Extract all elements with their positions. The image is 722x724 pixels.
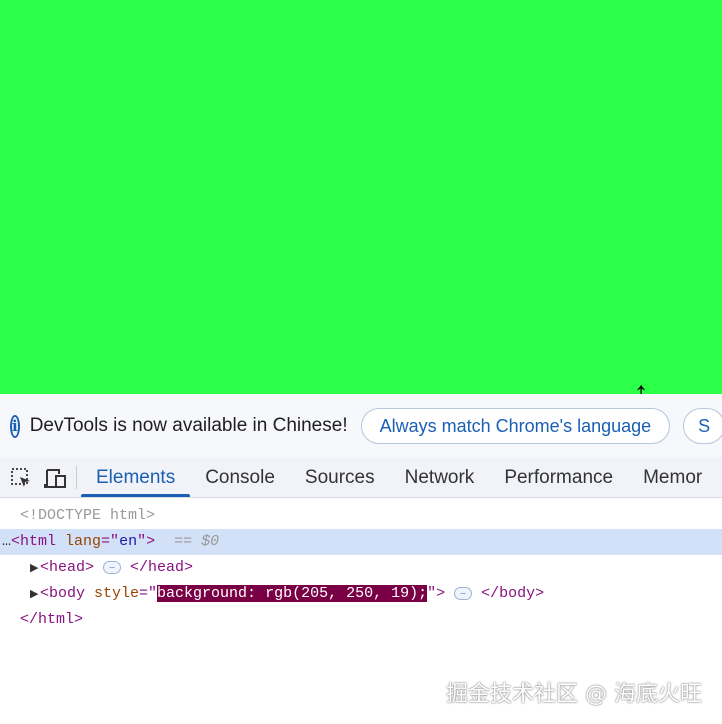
row-menu-icon[interactable]: … xyxy=(2,533,11,550)
collapsed-ellipsis-button[interactable]: … xyxy=(454,586,473,600)
switch-language-button[interactable]: S xyxy=(683,408,722,444)
device-toolbar-icon[interactable] xyxy=(38,458,72,497)
doctype-node[interactable]: <!DOCTYPE html> xyxy=(0,503,722,529)
tag-close: "> xyxy=(427,585,446,602)
page-viewport xyxy=(0,0,722,394)
head-node[interactable]: ▶ <head> … </head> xyxy=(0,555,722,581)
tab-memory[interactable]: Memor xyxy=(628,458,717,497)
tag: </html> xyxy=(20,611,84,628)
expand-triangle-icon[interactable]: ▶ xyxy=(30,582,40,608)
tab-elements[interactable]: Elements xyxy=(81,458,191,497)
expand-triangle-icon[interactable]: ▶ xyxy=(30,556,40,582)
info-icon: i xyxy=(10,414,20,438)
tab-performance[interactable]: Performance xyxy=(489,458,628,497)
collapsed-ellipsis-button[interactable]: … xyxy=(103,560,122,574)
tab-network[interactable]: Network xyxy=(390,458,490,497)
inspect-element-icon[interactable] xyxy=(4,458,38,497)
attr-eq: =" xyxy=(139,585,158,602)
attr-eq: =" xyxy=(101,533,120,550)
attr-value: en xyxy=(119,533,138,550)
infobar-message: DevTools is now available in Chinese! xyxy=(29,415,348,436)
language-infobar: i DevTools is now available in Chinese! … xyxy=(0,394,722,458)
tag: <body xyxy=(40,585,86,602)
always-match-language-button[interactable]: Always match Chrome's language xyxy=(360,408,671,444)
body-node[interactable]: ▶ <body style="background: rgb(205, 250, … xyxy=(0,581,722,607)
tag: <html xyxy=(11,533,57,550)
attr-name: style xyxy=(85,585,140,602)
tab-sources[interactable]: Sources xyxy=(290,458,390,497)
tag-close: "> xyxy=(137,533,156,550)
tag: <head> xyxy=(40,559,95,576)
devtools-toolbar: Elements Console Sources Network Perform… xyxy=(0,458,722,498)
toolbar-divider xyxy=(76,466,77,489)
html-node[interactable]: …<html lang="en"> == $0 xyxy=(0,529,722,555)
tag: </body> xyxy=(481,585,545,602)
doctype-text: <!DOCTYPE html> xyxy=(20,507,156,524)
dom-tree: <!DOCTYPE html> …<html lang="en"> == $0 … xyxy=(0,503,722,633)
attr-value-highlighted: background: rgb(205, 250, 19); xyxy=(157,585,428,602)
tag: </head> xyxy=(130,559,194,576)
html-close-node[interactable]: </html> xyxy=(0,607,722,633)
watermark: 掘金技术社区 @ 海底火旺 xyxy=(446,682,702,707)
selected-marker: == $0 xyxy=(174,533,220,550)
attr-name: lang xyxy=(56,533,102,550)
tab-console[interactable]: Console xyxy=(190,458,290,497)
